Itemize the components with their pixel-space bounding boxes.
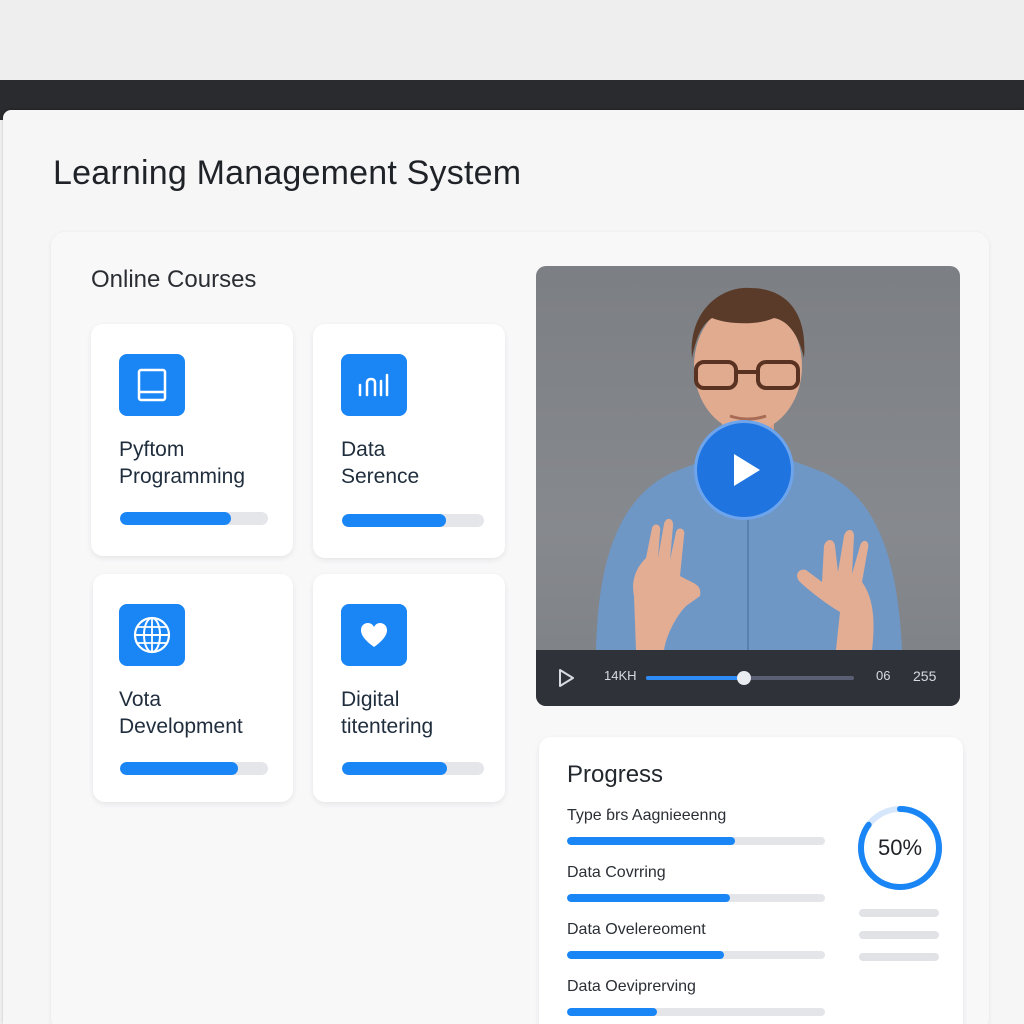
chart-icon [341,354,407,416]
book-icon [119,354,185,416]
progress-title: Progress [567,761,664,788]
globe-icon [119,604,185,666]
video-seek-bar[interactable] [646,671,854,685]
progress-item-bar [567,894,825,902]
progress-item-label: Type ɓrs Aagnieeenng [567,807,727,824]
progress-item-bar [567,1008,825,1016]
course-progress-fill [342,762,448,775]
section-title-online-courses: Online Courses [91,266,257,293]
progress-panel: Progress Type ɓrs Aagnieeenng Data Covrr… [539,737,963,1024]
progress-item-label: Data Ovelereoment [567,921,706,938]
video-duration: 255 [913,668,937,684]
legend-placeholder-line [859,931,939,939]
course-name: Vota Development [119,688,243,738]
progress-item-fill [567,894,730,902]
progress-item-fill [567,837,735,845]
course-name: Data Serence [341,438,420,488]
course-card-data-science[interactable]: Data Serence [313,324,505,558]
heart-icon [341,604,407,666]
course-progress-bar [120,512,268,525]
legend-placeholder-line [859,909,939,917]
play-icon [734,454,760,486]
progress-item-label: Data Oeviprerving [567,978,696,995]
video-controls-bar: 14KH 06 255 [536,650,960,706]
course-card-digital-marketing[interactable]: Digital titentering [313,574,505,802]
course-name: Pyftom Programming [119,438,246,488]
video-seek-fill [646,676,744,680]
legend-placeholder-line [859,953,939,961]
course-progress-fill [120,762,239,775]
progress-item-fill [567,1008,658,1016]
course-card-python[interactable]: Pyftom Programming [91,324,293,556]
progress-item-label: Data Covrring [567,864,666,881]
video-player[interactable]: 14KH 06 255 [536,266,960,706]
app-title: Learning Management System [53,154,522,192]
progress-item-fill [567,951,725,959]
course-progress-bar [120,762,268,775]
app-window: Learning Management System Online Course… [3,110,1024,1024]
video-time-readout: 06 [876,668,891,683]
progress-item-bar [567,951,825,959]
course-progress-fill [120,512,231,525]
course-name: Digital titentering [341,688,434,738]
course-progress-fill [342,514,446,527]
donut-percent-label: 50% [877,835,923,860]
course-card-web-development[interactable]: Vota Development [93,574,293,802]
play-overlay-button[interactable] [694,420,794,520]
video-seek-handle[interactable] [736,671,751,685]
control-play-icon[interactable] [558,669,574,687]
progress-item-bar [567,837,825,845]
main-panel: Online Courses Pyftom Programming Data S… [51,232,989,1024]
course-progress-bar [342,762,484,775]
video-elapsed-time: 14KH [604,668,637,683]
course-progress-bar [342,514,484,527]
